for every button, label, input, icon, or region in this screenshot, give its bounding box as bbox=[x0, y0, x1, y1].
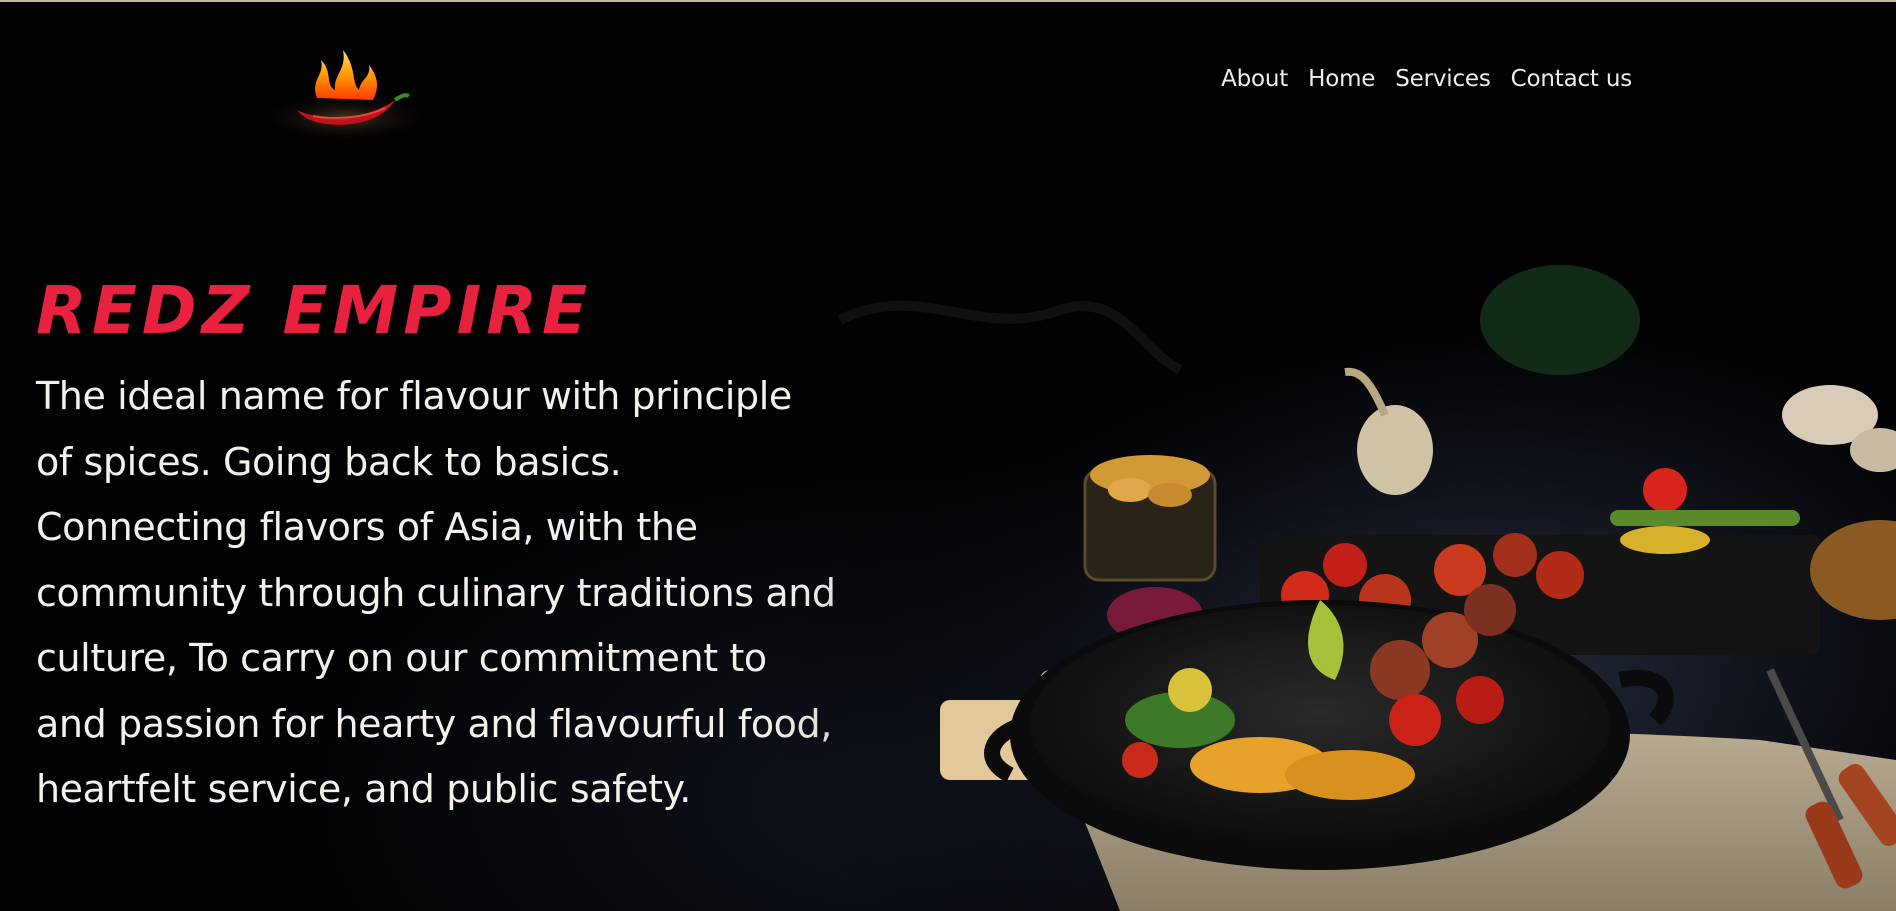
logo[interactable] bbox=[255, 30, 435, 145]
page: About Home Services Contact us REDZ EMPI… bbox=[0, 0, 1896, 911]
hero-food-image bbox=[760, 200, 1896, 911]
hero-title: REDZ EMPIRE bbox=[36, 272, 593, 349]
top-border bbox=[0, 0, 1896, 2]
nav-home[interactable]: Home bbox=[1308, 66, 1375, 92]
grilled-skewers-vegetables-pan-photo bbox=[760, 200, 1896, 911]
nav-about[interactable]: About bbox=[1221, 66, 1288, 92]
main-nav: About Home Services Contact us bbox=[1221, 66, 1632, 92]
nav-services[interactable]: Services bbox=[1395, 66, 1491, 92]
hero-description: The ideal name for flavour with principl… bbox=[36, 374, 836, 811]
flaming-chili-pepper-icon bbox=[257, 50, 433, 142]
nav-contact-us[interactable]: Contact us bbox=[1511, 66, 1633, 92]
